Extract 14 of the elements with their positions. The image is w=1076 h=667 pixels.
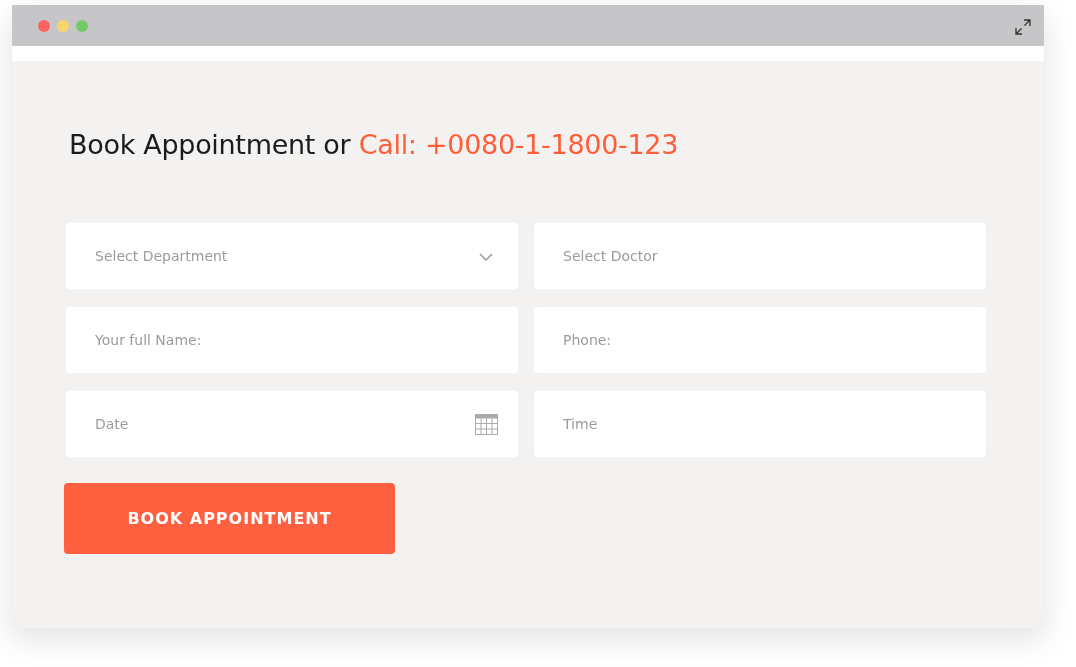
heading: Book Appointment or Call: +0080-1-1800-123 (69, 128, 680, 162)
select-field[interactable]: Select Department (66, 223, 518, 289)
date-field[interactable]: Date (66, 391, 518, 457)
close-icon[interactable] (38, 19, 50, 32)
expand-icon[interactable] (1015, 19, 1031, 35)
minimize-icon[interactable] (57, 19, 69, 32)
input-field[interactable]: Time (534, 391, 986, 457)
input-field[interactable]: Phone: (534, 307, 986, 373)
chevron-down-icon (479, 253, 493, 261)
book-appointment-button[interactable]: BOOK APPOINTMENT (64, 483, 395, 554)
input-field[interactable]: Your full Name: (66, 307, 518, 373)
input-field[interactable]: Select Doctor (534, 223, 986, 289)
zoom-icon[interactable] (76, 19, 88, 32)
calendar-icon (475, 414, 498, 435)
